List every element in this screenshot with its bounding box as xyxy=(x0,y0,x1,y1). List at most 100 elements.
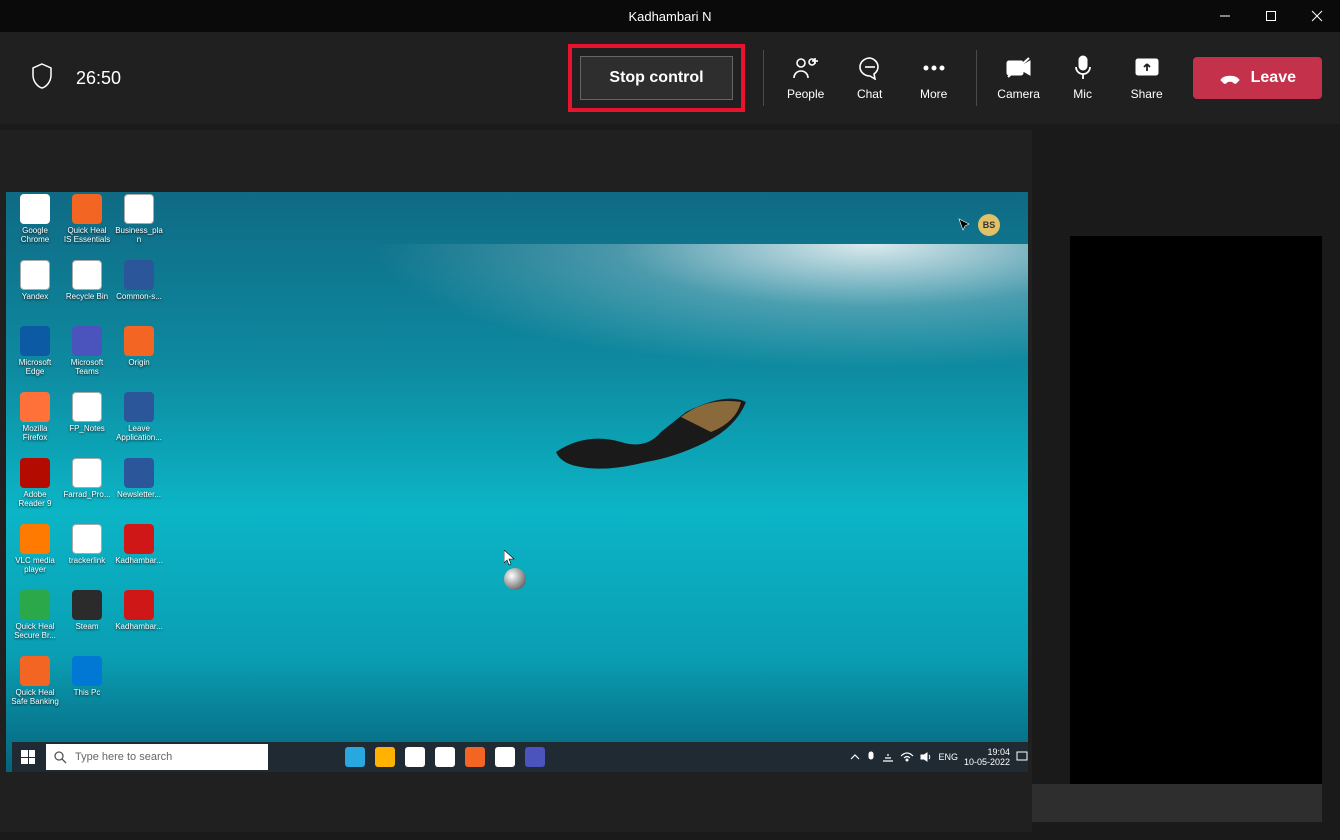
desktop-icon-label: Newsletter... xyxy=(117,490,161,499)
desktop-icon-label: Business_plan xyxy=(115,226,163,244)
network-icon xyxy=(882,752,894,762)
minimize-button[interactable] xyxy=(1202,0,1248,32)
toolbar-separator xyxy=(976,50,977,106)
call-timer: 26:50 xyxy=(76,68,121,89)
desktop-icon-quick-heal-is-essentials[interactable]: Quick Heal IS Essentials xyxy=(62,194,112,260)
start-button[interactable] xyxy=(12,742,44,772)
desktop-icon-label: Quick Heal Secure Br... xyxy=(11,622,59,640)
more-icon xyxy=(922,55,946,81)
shared-screen-region: BS Google ChromeQuick Heal IS Essentials… xyxy=(0,130,1032,832)
desktop-icon-trackerlink[interactable]: trackerlink xyxy=(62,524,112,590)
self-video-panel[interactable] xyxy=(1070,236,1322,804)
taskbar-tray: ENG 19:04 10-05-2022 xyxy=(850,747,1028,767)
close-button[interactable] xyxy=(1294,0,1340,32)
share-label: Share xyxy=(1131,87,1163,101)
farrad-pro-icon xyxy=(72,458,102,488)
tray-clock[interactable]: 19:04 10-05-2022 xyxy=(964,747,1010,767)
desktop-icon-farrad-pro[interactable]: Farrad_Pro... xyxy=(62,458,112,524)
taskbar-app-cortana[interactable] xyxy=(280,742,310,772)
desktop-icon-label: Leave Application... xyxy=(115,424,163,442)
kadhambar-pdf-2-icon xyxy=(124,590,154,620)
remote-cursor-icon xyxy=(504,550,516,571)
store-icon xyxy=(405,747,425,767)
recycle-bin-icon xyxy=(72,260,102,290)
tray-icons[interactable] xyxy=(850,751,932,763)
desktop-icon-quick-heal-secure-br[interactable]: Quick Heal Secure Br... xyxy=(10,590,60,656)
vlc-media-player-icon xyxy=(20,524,50,554)
desktop-icon-microsoft-teams[interactable]: Microsoft Teams xyxy=(62,326,112,392)
share-button[interactable]: Share xyxy=(1115,47,1179,109)
desktop-icon-label: Mozilla Firefox xyxy=(11,424,59,442)
desktop-icon-leave-application[interactable]: Leave Application... xyxy=(114,392,164,458)
call-toolbar: 26:50 Stop control People Chat More xyxy=(0,32,1340,124)
window-title: Kadhambari N xyxy=(628,9,711,24)
desktop-icon-label: Kadhambar... xyxy=(115,622,163,631)
mic-button[interactable]: Mic xyxy=(1051,47,1115,109)
desktop-icon-newsletter[interactable]: Newsletter... xyxy=(114,458,164,524)
mic-icon xyxy=(1073,55,1093,81)
desktop-icon-label: Origin xyxy=(128,358,149,367)
teams-icon xyxy=(525,747,545,767)
desktop-icon-label: Adobe Reader 9 xyxy=(11,490,59,508)
taskbar-app-task-view[interactable] xyxy=(310,742,340,772)
desktop-icon-recycle-bin[interactable]: Recycle Bin xyxy=(62,260,112,326)
controller-avatar: BS xyxy=(978,214,1000,236)
desktop-icon-microsoft-edge[interactable]: Microsoft Edge xyxy=(10,326,60,392)
windows-logo-icon xyxy=(21,750,35,764)
trackerlink-icon xyxy=(72,524,102,554)
taskbar-app-store[interactable] xyxy=(400,742,430,772)
taskbar-app-chrome[interactable] xyxy=(490,742,520,772)
desktop-icon-label: Recycle Bin xyxy=(66,292,108,301)
chat-button[interactable]: Chat xyxy=(838,47,902,109)
desktop-icon-vlc-media-player[interactable]: VLC media player xyxy=(10,524,60,590)
people-label: People xyxy=(787,87,824,101)
leave-button[interactable]: Leave xyxy=(1193,57,1322,99)
desktop-icon-label: Quick Heal IS Essentials xyxy=(63,226,111,244)
mic-label: Mic xyxy=(1073,87,1092,101)
stop-control-button[interactable]: Stop control xyxy=(580,56,732,100)
desktop-icon-business-plan[interactable]: Business_plan xyxy=(114,194,164,260)
newsletter-icon xyxy=(124,458,154,488)
business-plan-icon xyxy=(124,194,154,224)
edge-icon xyxy=(345,747,365,767)
chrome-icon xyxy=(495,747,515,767)
desktop-icon-quick-heal-safe-banking[interactable]: Quick Heal Safe Banking xyxy=(10,656,60,722)
taskbar-apps xyxy=(280,742,550,772)
taskbar-app-settings[interactable] xyxy=(460,742,490,772)
taskbar-app-mail[interactable] xyxy=(430,742,460,772)
taskbar-app-file-explorer[interactable] xyxy=(370,742,400,772)
people-icon xyxy=(792,55,820,81)
desktop-icon-label: Microsoft Teams xyxy=(63,358,111,376)
desktop-icon-yandex[interactable]: Yandex xyxy=(10,260,60,326)
action-center-icon[interactable] xyxy=(1016,751,1028,763)
desktop-icon-common-s[interactable]: Common-s... xyxy=(114,260,164,326)
desktop-icon-google-chrome[interactable]: Google Chrome xyxy=(10,194,60,260)
desktop-icon-origin[interactable]: Origin xyxy=(114,326,164,392)
steam-icon xyxy=(72,590,102,620)
wallpaper-bubble xyxy=(504,568,526,590)
taskbar-app-edge[interactable] xyxy=(340,742,370,772)
desktop-icon-label: trackerlink xyxy=(69,556,105,565)
desktop-icon-label: Kadhambar... xyxy=(115,556,163,565)
taskbar-app-teams[interactable] xyxy=(520,742,550,772)
camera-button[interactable]: Camera xyxy=(987,47,1051,109)
mozilla-firefox-icon xyxy=(20,392,50,422)
microsoft-edge-icon xyxy=(20,326,50,356)
more-button[interactable]: More xyxy=(902,47,966,109)
kadhambar-pdf-1-icon xyxy=(124,524,154,554)
remote-desktop[interactable]: BS Google ChromeQuick Heal IS Essentials… xyxy=(6,192,1028,772)
taskbar-search[interactable]: Type here to search xyxy=(46,744,268,770)
desktop-icon-fp-notes[interactable]: FP_Notes xyxy=(62,392,112,458)
desktop-icon-label: Google Chrome xyxy=(11,226,59,244)
desktop-icon-mozilla-firefox[interactable]: Mozilla Firefox xyxy=(10,392,60,458)
desktop-icon-kadhambar-pdf-2[interactable]: Kadhambar... xyxy=(114,590,164,656)
camera-off-icon xyxy=(1005,55,1033,81)
desktop-icon-adobe-reader-9[interactable]: Adobe Reader 9 xyxy=(10,458,60,524)
desktop-icon-kadhambar-pdf-1[interactable]: Kadhambar... xyxy=(114,524,164,590)
desktop-icon-this-pc[interactable]: This Pc xyxy=(62,656,112,722)
maximize-button[interactable] xyxy=(1248,0,1294,32)
tray-language[interactable]: ENG xyxy=(938,752,958,762)
desktop-icon-steam[interactable]: Steam xyxy=(62,590,112,656)
desktop-icon-label: Farrad_Pro... xyxy=(63,490,110,499)
people-button[interactable]: People xyxy=(774,47,838,109)
